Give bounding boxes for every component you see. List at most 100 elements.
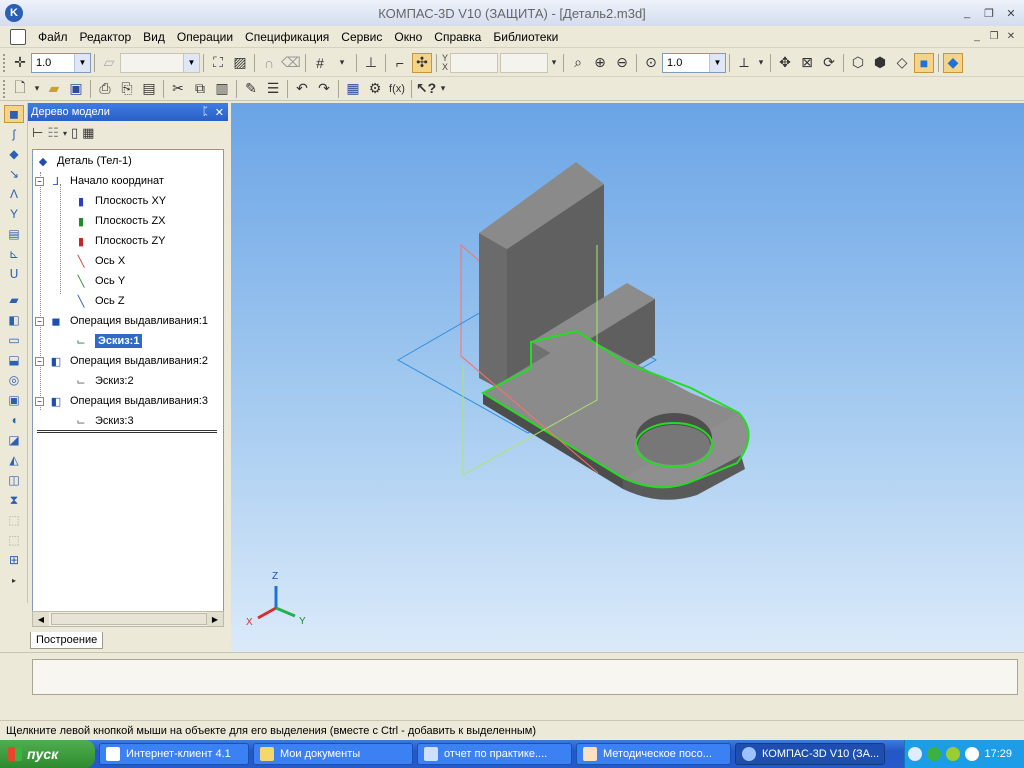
ortho-mode-icon[interactable]: ⌐ bbox=[390, 53, 410, 73]
diagnostics-icon[interactable]: Λ bbox=[4, 185, 24, 203]
pan-icon[interactable]: ✥ bbox=[775, 53, 795, 73]
zoom-scale-icon[interactable]: ⊙ bbox=[641, 53, 661, 73]
strip-more-icon[interactable]: ▸ bbox=[4, 571, 24, 589]
model-3d-view[interactable]: Z X Y bbox=[231, 103, 1024, 652]
layer-combo[interactable]: ▼ bbox=[120, 52, 200, 73]
zoom-in-icon[interactable]: ⊕ bbox=[590, 53, 610, 73]
zoom-out-icon[interactable]: ⊖ bbox=[612, 53, 632, 73]
orientation-menu-icon[interactable]: ▾ bbox=[756, 53, 766, 73]
properties-icon[interactable]: ▤ bbox=[139, 79, 159, 99]
coord-x-field[interactable] bbox=[450, 52, 499, 73]
list-icon[interactable]: ☰ bbox=[263, 79, 283, 99]
tray-security-icon[interactable] bbox=[946, 747, 961, 761]
snap-toggle-icon[interactable]: ✣ bbox=[412, 52, 432, 73]
tree-node-extrude-2[interactable]: − ◧ Операция выдавливания:2 bbox=[35, 352, 208, 370]
orthogonal-icon[interactable]: ⊥ bbox=[361, 53, 381, 73]
task-my-documents[interactable]: Мои документы bbox=[253, 743, 413, 765]
doc-minimize-button[interactable]: _ bbox=[970, 29, 984, 43]
chevron-down-icon[interactable]: ▼ bbox=[74, 53, 90, 72]
doc-restore-button[interactable]: ❐ bbox=[987, 29, 1001, 43]
hole-icon[interactable]: ◎ bbox=[4, 371, 24, 389]
array-icon[interactable]: ⬚ bbox=[4, 511, 24, 529]
sheet-metal-icon[interactable]: ᑌ bbox=[4, 265, 24, 283]
start-button[interactable]: пуск bbox=[0, 740, 95, 768]
tree-node-origin[interactable]: − ⅃ Начало координат bbox=[35, 172, 164, 190]
tree-structure-icon[interactable]: ⊢ bbox=[32, 125, 43, 141]
tree-node-axis-y[interactable]: ╲ Ось Y bbox=[73, 272, 126, 290]
tree-node-extrude-1[interactable]: − ◼ Операция выдавливания:1 bbox=[35, 312, 208, 330]
variables-fx-icon[interactable]: f(x) bbox=[387, 79, 407, 99]
wireframe-icon[interactable]: ⬡ bbox=[848, 53, 868, 73]
hidden-lines-icon[interactable]: ⬢ bbox=[870, 53, 890, 73]
menu-service[interactable]: Сервис bbox=[335, 30, 388, 44]
clock[interactable]: 17:29 bbox=[984, 748, 1012, 760]
document-icon[interactable] bbox=[10, 28, 26, 45]
loft-icon[interactable]: ⬓ bbox=[4, 351, 24, 369]
chevron-down-icon[interactable]: ▼ bbox=[183, 53, 199, 72]
close-icon[interactable]: ✕ bbox=[215, 106, 224, 119]
task-kompas[interactable]: КОМПАС-3D V10 (ЗА... bbox=[735, 743, 885, 765]
local-cs-icon[interactable]: ▨ bbox=[230, 53, 250, 73]
print-icon[interactable]: ⎙ bbox=[95, 79, 115, 99]
step-combo[interactable]: 1.0 ▼ bbox=[31, 52, 91, 73]
new-menu-icon[interactable]: ▾ bbox=[32, 79, 42, 99]
menu-view[interactable]: Вид bbox=[137, 30, 171, 44]
collapse-icon[interactable]: − bbox=[35, 396, 44, 406]
tree-node-axis-z[interactable]: ╲ Ось Z bbox=[73, 292, 125, 310]
menu-file[interactable]: Файл bbox=[32, 30, 74, 44]
chevron-down-icon[interactable]: ▼ bbox=[709, 53, 726, 72]
task-internet-client[interactable]: Интернет-клиент 4.1 bbox=[99, 743, 249, 765]
cut-icon[interactable]: ✂ bbox=[168, 79, 188, 99]
tree-node-plane-zx[interactable]: ▮ Плоскость ZX bbox=[73, 212, 166, 230]
task-manual[interactable]: Методическое посо... bbox=[576, 743, 731, 765]
tree-node-detail[interactable]: ◆ Деталь (Тел-1) bbox=[35, 152, 132, 170]
tree-horizontal-scrollbar[interactable]: ◀ ▶ bbox=[32, 611, 224, 627]
mirror-icon[interactable]: ⧗ bbox=[4, 491, 24, 509]
shaded-icon[interactable]: ■ bbox=[914, 52, 935, 73]
curves-icon[interactable]: ʃ bbox=[4, 125, 24, 143]
scroll-thumb[interactable] bbox=[51, 613, 207, 625]
filter-icon[interactable]: Y bbox=[4, 205, 24, 223]
shell-icon[interactable]: ◫ bbox=[4, 471, 24, 489]
edit-detail-icon[interactable]: ◼ bbox=[4, 105, 24, 123]
rib-icon[interactable]: ◭ bbox=[4, 451, 24, 469]
pin-icon[interactable]: ᛈ bbox=[202, 106, 209, 119]
specification-icon[interactable]: ▤ bbox=[4, 225, 24, 243]
copy-icon[interactable]: ⧉ bbox=[190, 79, 210, 99]
array-circular-icon[interactable]: ⬚ bbox=[4, 531, 24, 549]
toolbar-options-icon[interactable]: ▾ bbox=[549, 53, 559, 73]
tray-network-icon[interactable] bbox=[927, 747, 942, 761]
toolbar-options-icon[interactable]: ▾ bbox=[438, 79, 448, 99]
task-report[interactable]: отчет по практике.... bbox=[417, 743, 572, 765]
eraser-icon[interactable]: ⌫ bbox=[281, 53, 301, 73]
layer-icon[interactable]: ▱ bbox=[99, 53, 119, 73]
tray-clock-icon[interactable] bbox=[965, 747, 980, 761]
new-file-icon[interactable]: 🗋 bbox=[10, 79, 30, 99]
menu-editor[interactable]: Редактор bbox=[74, 30, 138, 44]
revolve-icon[interactable]: ◧ bbox=[4, 311, 24, 329]
model-viewport[interactable]: Z X Y bbox=[231, 103, 1024, 652]
format-brush-icon[interactable]: ✎ bbox=[241, 79, 261, 99]
tree-node-sketch-3[interactable]: ⌙ Эскиз:3 bbox=[73, 412, 133, 430]
extrude-icon[interactable]: ▰ bbox=[4, 291, 24, 309]
tree-node-plane-xy[interactable]: ▮ Плоскость XY bbox=[73, 192, 166, 210]
cut-extrude-icon[interactable]: ▣ bbox=[4, 391, 24, 409]
auxiliary-geometry-icon[interactable]: ↘ bbox=[4, 165, 24, 183]
menu-help[interactable]: Справка bbox=[428, 30, 487, 44]
restore-button[interactable]: ❐ bbox=[980, 5, 998, 21]
measure-icon[interactable]: ⊾ bbox=[4, 245, 24, 263]
tray-arrow-icon[interactable] bbox=[908, 747, 923, 761]
show-all-icon[interactable]: ⊠ bbox=[797, 53, 817, 73]
rollback-bar[interactable] bbox=[37, 430, 217, 433]
orientation-icon[interactable]: ⟂ bbox=[734, 53, 754, 73]
tree-node-plane-zy[interactable]: ▮ Плоскость ZY bbox=[73, 232, 166, 250]
print-preview-icon[interactable]: ⎘ bbox=[117, 79, 137, 99]
tree-hierarchy-icon[interactable]: ▯ bbox=[71, 125, 78, 141]
manager-icon[interactable]: ▦ bbox=[343, 79, 363, 99]
save-icon[interactable]: ▣ bbox=[66, 79, 86, 99]
step-cursor-icon[interactable]: ✛ bbox=[10, 53, 30, 73]
library-icon[interactable]: ⚙ bbox=[365, 79, 385, 99]
kinematic-icon[interactable]: ▭ bbox=[4, 331, 24, 349]
tree-node-sketch-1[interactable]: ⌙ Эскиз:1 bbox=[73, 332, 143, 350]
thin-lines-icon[interactable]: ◇ bbox=[892, 53, 912, 73]
